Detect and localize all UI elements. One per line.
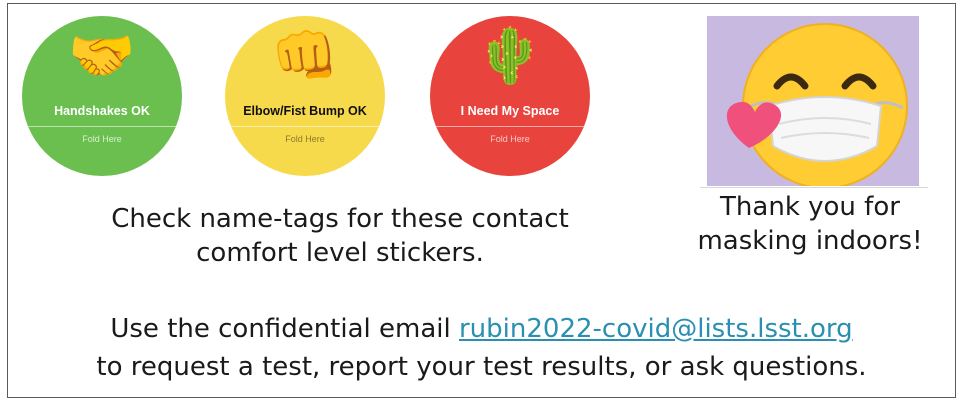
sticker-label: Elbow/Fist Bump OK [243, 104, 367, 118]
mask-caption: Thank you for masking indoors! [665, 190, 955, 258]
contact-prefix: Use the confidential email [110, 314, 459, 344]
sticker-fist-bump: 👊 Elbow/Fist Bump OK Fold Here [225, 16, 385, 176]
contact-info: Use the confidential email rubin2022-cov… [10, 310, 953, 386]
caption-line: comfort level stickers. [196, 238, 484, 268]
contact-line: Use the confidential email rubin2022-cov… [10, 310, 953, 348]
caption-line: masking indoors! [697, 226, 923, 256]
fold-line [430, 126, 590, 127]
fold-label: Fold Here [82, 134, 122, 144]
fist-icon: 👊 [271, 24, 339, 87]
fold-label: Fold Here [285, 134, 325, 144]
sticker-label: I Need My Space [460, 104, 560, 118]
caption-line: Check name-tags for these contact [111, 204, 569, 234]
fold-label: Fold Here [490, 134, 530, 144]
caption-line: Thank you for [720, 192, 900, 222]
sticker-space: 🌵 I Need My Space Fold Here [430, 16, 590, 176]
masked-face-icon [726, 23, 908, 189]
contact-line-2: to request a test, report your test resu… [96, 352, 867, 382]
sticker-label: Handshakes OK [54, 104, 150, 118]
handshake-icon: 🤝 [68, 24, 136, 87]
image-underline [700, 187, 928, 188]
sticker-handshakes: 🤝 Handshakes OK Fold Here [22, 16, 182, 176]
masked-face-image [707, 16, 919, 189]
fold-line [22, 126, 182, 127]
fold-line [225, 126, 385, 127]
contact-email-link[interactable]: rubin2022-covid@lists.lsst.org [459, 314, 853, 344]
cactus-icon: 🌵 [476, 24, 544, 87]
sticker-caption: Check name-tags for these contact comfor… [40, 202, 640, 270]
